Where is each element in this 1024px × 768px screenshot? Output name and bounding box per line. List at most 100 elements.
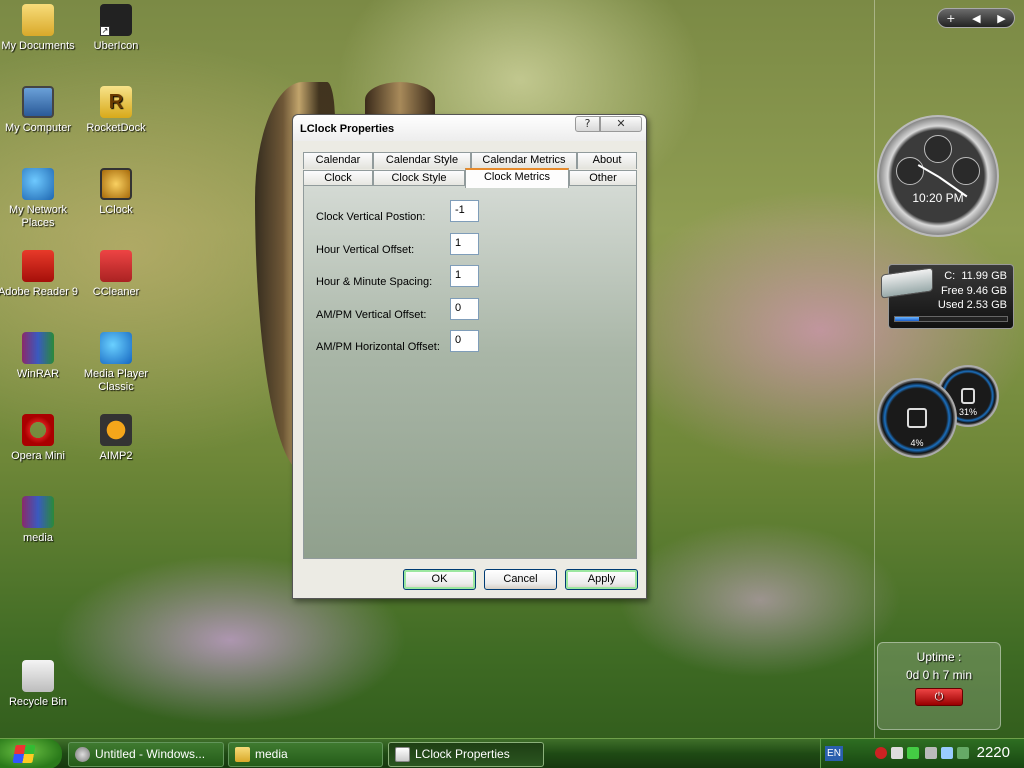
drive-used-label: Used <box>937 299 964 311</box>
tab-about[interactable]: About <box>577 152 637 169</box>
dialog-titlebar[interactable]: LClock Properties ? ✕ <box>293 115 646 141</box>
desktop-icon-recycle-bin[interactable]: Recycle Bin <box>0 660 79 709</box>
tab-calendar[interactable]: Calendar <box>303 152 373 169</box>
hour-vertical-offset-label: Hour Vertical Offset: <box>316 244 415 256</box>
desktop-icon-label: LClock <box>99 204 133 216</box>
cpu-meter-value: 4% <box>910 438 924 448</box>
butterfly-wing-top <box>365 82 435 118</box>
safely-remove-icon[interactable] <box>957 747 969 759</box>
taskbar-clock[interactable]: 2220 <box>977 744 1010 761</box>
ampm-horizontal-offset-input[interactable]: 0 <box>450 330 479 352</box>
system-tray: EN 2220 <box>820 739 1024 768</box>
clock-vertical-position-input[interactable]: -1 <box>450 200 479 222</box>
drive-used-value: 2.53 GB <box>966 299 1007 311</box>
tab-row-top: Calendar Calendar Style Calendar Metrics… <box>303 152 637 169</box>
desktop-icon-my-documents[interactable]: My Documents <box>0 4 79 53</box>
network-icon <box>22 168 54 200</box>
taskbar-item-label: LClock Properties <box>415 747 510 761</box>
lclock-icon <box>100 168 132 200</box>
uptime-gadget: Uptime : 0d 0 h 7 min ⏻ <box>877 642 1001 730</box>
desktop-icon-label: UberIcon <box>93 40 139 52</box>
desktop-icon-my-network-places[interactable]: My Network Places <box>0 168 79 230</box>
desktop-icon-winrar[interactable]: WinRAR <box>0 332 79 381</box>
shortcut-arrow-icon: ↗ <box>100 26 110 36</box>
drive-capacity-value: 11.99 GB <box>961 270 1007 282</box>
drive-usage-fill <box>895 317 919 321</box>
uptime-value: 0d 0 h 7 min <box>905 668 973 682</box>
close-button[interactable]: ✕ <box>600 116 642 132</box>
cpu-chip-icon <box>907 408 927 428</box>
security-alert-icon[interactable] <box>875 747 887 759</box>
ubericon-icon: ↗ <box>100 4 132 36</box>
drive-free: Free 9.46 GB <box>941 285 1007 297</box>
desktop-icon-adobe-reader[interactable]: Adobe Reader 9 <box>0 250 79 299</box>
desktop-icon-label: CCleaner <box>92 286 140 298</box>
desktop-icon-ccleaner[interactable]: CCleaner <box>75 250 157 299</box>
sidebar-divider <box>874 0 875 738</box>
dialog-title: LClock Properties <box>300 123 395 135</box>
hour-vertical-offset-input[interactable]: 1 <box>450 233 479 255</box>
desktop-icon-lclock[interactable]: LClock <box>75 168 157 217</box>
cancel-button[interactable]: Cancel <box>484 569 557 590</box>
desktop-icon-label: media <box>23 532 53 544</box>
desktop-icon-label: Opera Mini <box>11 450 65 462</box>
memory-chip-icon <box>961 388 975 404</box>
desktop-icon-ubericon[interactable]: ↗ UberIcon <box>75 4 157 53</box>
desktop-icon-label: My Documents <box>1 40 75 52</box>
apply-button[interactable]: Apply <box>565 569 638 590</box>
desktop-icon-media-player-classic[interactable]: Media Player Classic <box>75 332 157 394</box>
rocketdock-icon: R <box>100 86 132 118</box>
hard-drive-icon <box>881 267 933 299</box>
window-icon <box>395 747 410 762</box>
folder-icon <box>22 4 54 36</box>
desktop-icon-rocketdock[interactable]: R RocketDock <box>75 86 157 135</box>
help-button[interactable]: ? <box>575 116 600 132</box>
desktop-icon-my-computer[interactable]: My Computer <box>0 86 79 135</box>
previous-page-icon[interactable]: ◀ <box>972 12 980 25</box>
clock-subdial-top <box>924 135 952 163</box>
volume-icon[interactable] <box>891 747 903 759</box>
add-gadget-icon[interactable]: + <box>946 12 955 25</box>
drive-free-label: Free <box>940 285 964 297</box>
hour-minute-spacing-input[interactable]: 1 <box>450 265 479 287</box>
network-status-icon[interactable] <box>907 747 919 759</box>
desktop-icon-aimp2[interactable]: AIMP2 <box>75 414 157 463</box>
folder-icon <box>235 747 250 762</box>
computer-icon <box>22 86 54 118</box>
next-page-icon[interactable]: ▶ <box>997 12 1005 25</box>
power-button-icon[interactable]: ⏻ <box>915 688 963 706</box>
ccleaner-icon <box>100 250 132 282</box>
drive-gadget[interactable]: C: 11.99 GB Free 9.46 GB Used 2.53 GB <box>881 264 1014 329</box>
clock-time: 10:20 PM <box>912 191 964 205</box>
uptime-title: Uptime : <box>916 650 962 664</box>
taskbar-item-untitled-windows[interactable]: Untitled - Windows... <box>68 742 224 767</box>
tab-calendar-style[interactable]: Calendar Style <box>373 152 471 169</box>
tab-calendar-metrics[interactable]: Calendar Metrics <box>471 152 577 169</box>
lclock-properties-dialog: LClock Properties ? ✕ Calendar Calendar … <box>292 114 647 599</box>
desktop-icon-label: Media Player Classic <box>83 368 149 393</box>
clock-subdial-left <box>896 157 924 185</box>
tab-clock-metrics[interactable]: Clock Metrics <box>465 168 569 188</box>
start-button[interactable] <box>0 739 62 768</box>
winrar-icon <box>22 332 54 364</box>
desktop-icon-media[interactable]: media <box>0 496 79 545</box>
drive-used: Used 2.53 GB <box>938 299 1007 311</box>
taskbar-item-label: Untitled - Windows... <box>95 747 206 761</box>
language-indicator[interactable]: EN <box>825 746 843 761</box>
hour-minute-spacing-label: Hour & Minute Spacing: <box>316 276 433 288</box>
taskbar-item-media[interactable]: media <box>228 742 383 767</box>
desktop-icon-opera-mini[interactable]: Opera Mini <box>0 414 79 463</box>
device-icon[interactable] <box>925 747 937 759</box>
windows-logo-icon <box>12 745 36 763</box>
clock-metrics-panel: Clock Vertical Postion: -1 Hour Vertical… <box>303 185 637 559</box>
taskbar-item-lclock-properties[interactable]: LClock Properties <box>388 742 544 767</box>
media-player-icon <box>100 332 132 364</box>
drive-capacity: C: 11.99 GB <box>944 270 1007 282</box>
clock-gadget[interactable]: 10:20 PM <box>877 115 999 237</box>
ok-button[interactable]: OK <box>403 569 476 590</box>
windows-movie-maker-icon <box>75 747 90 762</box>
ampm-vertical-offset-input[interactable]: 0 <box>450 298 479 320</box>
display-icon[interactable] <box>941 747 953 759</box>
taskbar-item-label: media <box>255 747 288 761</box>
cpu-meter[interactable]: 4% <box>877 378 957 458</box>
